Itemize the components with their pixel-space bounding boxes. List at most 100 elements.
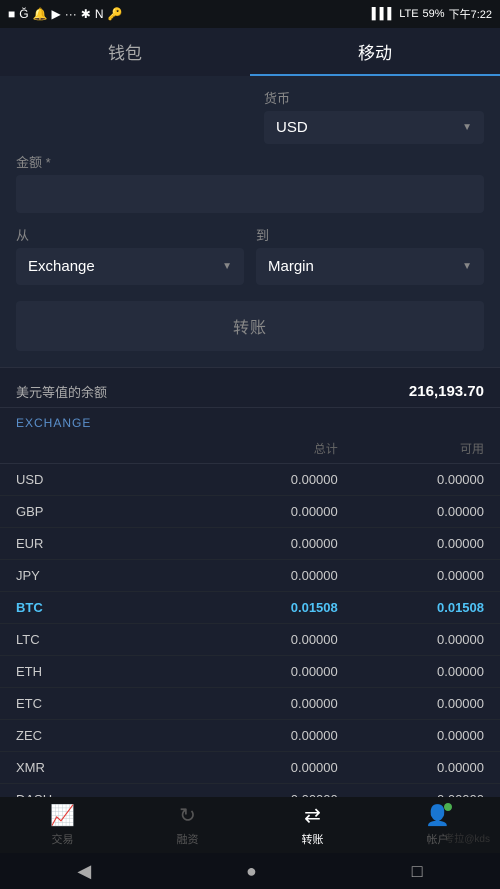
watermark: 考拉@kds [444,830,490,845]
row-available: 0.00000 [338,664,484,679]
account-icon: 👤 [425,803,450,828]
balance-label: 美元等值的余额 [16,382,107,401]
table-rows-container: USD 0.00000 0.00000 GBP 0.00000 0.00000 … [0,464,500,848]
tab-wallet[interactable]: 钱包 [0,28,250,76]
row-total: 0.00000 [192,472,338,487]
table-row: ZEC 0.00000 0.00000 [0,720,500,752]
nav-funding[interactable]: ↻ 融资 [125,803,250,847]
form-area: 货币 USD 金额 * 从 Exchange 到 Margin 转账 [0,76,500,367]
table-row: BTC 0.01508 0.01508 [0,592,500,624]
row-available: 0.00000 [338,728,484,743]
row-name: XMR [16,760,192,775]
header-total: 总计 [192,440,338,457]
row-total: 0.00000 [192,664,338,679]
icon-nfc: N [95,7,104,21]
header-available: 可用 [338,440,484,457]
row-name: ETC [16,696,192,711]
row-name: LTC [16,632,192,647]
row-name: JPY [16,568,192,583]
table-row: ETH 0.00000 0.00000 [0,656,500,688]
row-available: 0.00000 [338,472,484,487]
from-label: 从 [16,225,244,244]
row-available: 0.00000 [338,760,484,775]
to-value: Margin [268,258,314,275]
transfer-button[interactable]: 转账 [16,301,484,351]
row-total: 0.00000 [192,504,338,519]
table-row: ETC 0.00000 0.00000 [0,688,500,720]
to-label: 到 [256,225,484,244]
row-name: ETH [16,664,192,679]
battery-icon: 59% [423,8,445,20]
icon-g: Ğ [19,7,28,21]
from-to-row: 从 Exchange 到 Margin [16,225,484,285]
row-total: 0.01508 [192,600,338,615]
status-left-icons: ■ Ğ 🔔 ▶ ··· ✱ N 🔑 [8,7,122,21]
row-total: 0.00000 [192,760,338,775]
row-total: 0.00000 [192,568,338,583]
row-available: 0.01508 [338,600,484,615]
transfer-label: 转账 [302,831,324,847]
nav-transfer[interactable]: ⇄ 转账 [250,803,375,847]
balance-value: 216,193.70 [409,383,484,400]
transfer-icon: ⇄ [304,803,321,828]
trade-label: 交易 [52,831,74,847]
amount-row: 金额 * [16,152,484,213]
trade-icon: 📈 [50,803,75,828]
bottom-nav: 📈 交易 ↻ 融资 ⇄ 转账 👤 帐户 [0,797,500,853]
top-tab-bar: 钱包 移动 [0,28,500,76]
funding-icon: ↻ [179,803,196,828]
icon-dots: ··· [65,7,77,21]
recents-button[interactable]: □ [412,861,423,882]
time-label: 下午7:22 [449,6,492,22]
account-online-dot [444,803,452,811]
table-row: LTC 0.00000 0.00000 [0,624,500,656]
home-button[interactable]: ● [246,861,257,882]
table-row: GBP 0.00000 0.00000 [0,496,500,528]
row-available: 0.00000 [338,568,484,583]
row-total: 0.00000 [192,728,338,743]
row-name: GBP [16,504,192,519]
row-name: ZEC [16,728,192,743]
status-right: ▌▌▌ LTE 59% 下午7:22 [372,6,492,22]
icon-bell: 🔔 [33,7,48,21]
lte-label: LTE [399,8,418,20]
table-row: XMR 0.00000 0.00000 [0,752,500,784]
from-select[interactable]: Exchange [16,248,244,285]
currency-label: 货币 [264,88,484,107]
table-header: 总计 可用 [0,434,500,464]
icon-bluetooth: ✱ [81,7,91,21]
system-nav: ◀ ● □ [0,853,500,889]
row-available: 0.00000 [338,536,484,551]
funding-label: 融资 [177,831,199,847]
row-total: 0.00000 [192,696,338,711]
row-total: 0.00000 [192,536,338,551]
status-bar: ■ Ğ 🔔 ▶ ··· ✱ N 🔑 ▌▌▌ LTE 59% 下午7:22 [0,0,500,28]
table-row: USD 0.00000 0.00000 [0,464,500,496]
currency-value: USD [276,119,308,136]
table-row: EUR 0.00000 0.00000 [0,528,500,560]
signal-icon: ▌▌▌ [372,8,395,20]
icon-key: 🔑 [108,7,123,21]
row-total: 0.00000 [192,632,338,647]
row-name: EUR [16,536,192,551]
table-row: JPY 0.00000 0.00000 [0,560,500,592]
from-value: Exchange [28,258,95,275]
row-available: 0.00000 [338,632,484,647]
tab-mobile[interactable]: 移动 [250,28,500,76]
currency-field: 货币 USD [264,88,484,144]
exchange-section-label: EXCHANGE [0,408,500,434]
to-select[interactable]: Margin [256,248,484,285]
amount-input[interactable] [16,175,484,213]
row-name: BTC [16,600,192,615]
amount-label: 金额 * [16,152,484,171]
currency-select[interactable]: USD [264,111,484,144]
icon-squares: ■ [8,7,15,21]
from-field: 从 Exchange [16,225,244,285]
balance-section: 美元等值的余额 216,193.70 [0,368,500,408]
row-name: USD [16,472,192,487]
row-available: 0.00000 [338,696,484,711]
nav-trade[interactable]: 📈 交易 [0,803,125,847]
icon-play: ▶ [52,7,61,21]
back-button[interactable]: ◀ [77,861,91,882]
to-field: 到 Margin [256,225,484,285]
